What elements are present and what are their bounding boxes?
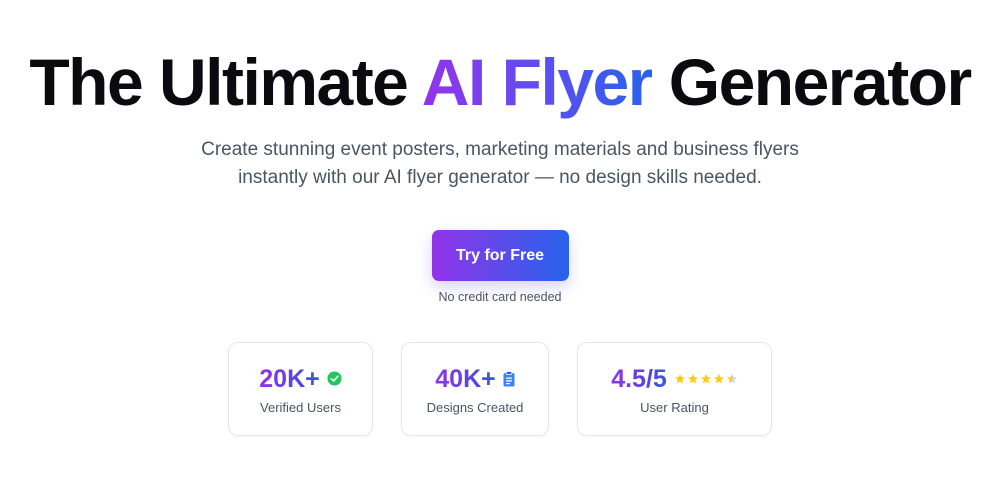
title-highlight: AI Flyer [421, 45, 654, 119]
stat-value: 20K+ [259, 364, 320, 393]
stat-card-designs: 40K+ Designs Created [401, 342, 549, 436]
star-icon [674, 373, 685, 383]
stat-label: User Rating [640, 399, 709, 415]
check-circle-icon [327, 371, 342, 386]
page-title: The Ultimate AI Flyer Generator [29, 45, 972, 119]
title-prefix: The Ultimate [29, 45, 409, 119]
stat-card-rating: 4.5/5 User Rating [577, 342, 772, 436]
hero-subtitle: Create stunning event posters, marketing… [160, 136, 840, 192]
stat-label: Verified Users [260, 399, 341, 415]
clipboard-icon [503, 370, 515, 387]
half-star-icon [726, 373, 737, 383]
stat-card-users: 20K+ Verified Users [228, 342, 373, 436]
stat-value: 4.5/5 [611, 364, 667, 393]
stat-label: Designs Created [426, 399, 524, 415]
stats-row: 20K+ Verified Users 40K+ Designs Created… [228, 342, 772, 436]
try-for-free-button[interactable]: Try for Free [431, 230, 569, 281]
star-icon [700, 373, 711, 383]
star-rating-icon [674, 373, 738, 385]
cta-note: No credit card needed [438, 290, 562, 304]
stat-value: 40K+ [435, 364, 496, 393]
hero-section: The Ultimate AI Flyer Generator Create s… [0, 0, 1000, 486]
star-icon [687, 373, 698, 383]
subtitle-line-1: Create stunning event posters, marketing… [201, 139, 799, 160]
subtitle-line-2: instantly with our AI flyer generator — … [238, 167, 762, 188]
star-icon [713, 373, 724, 383]
title-suffix: Generator [668, 45, 972, 119]
